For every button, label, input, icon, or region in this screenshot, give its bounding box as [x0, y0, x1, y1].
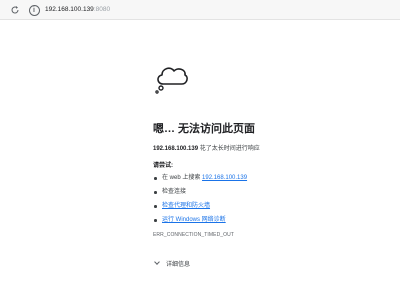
- suggestion-check-proxy: 检查代理和防火墙: [153, 199, 247, 213]
- suggestion-check-connection: 检查连接: [153, 185, 247, 199]
- suggestion-network-diagnostics: 运行 Windows 网络诊断: [153, 213, 247, 227]
- error-host: 192.168.100.139: [153, 146, 199, 152]
- info-icon[interactable]: i: [27, 3, 41, 17]
- cloud-thought-icon: [155, 67, 188, 94]
- refresh-icon[interactable]: [8, 3, 22, 17]
- suggestion-list: 在 web 上搜索 192.168.100.139 检查连接 检查代理和防火墙 …: [153, 171, 247, 227]
- details-label: 详细信息: [166, 262, 191, 268]
- address-host: 192.168.100.139: [45, 6, 94, 13]
- address-bar[interactable]: 192.168.100.139:8080: [45, 4, 110, 16]
- error-heading: 嗯… 无法访问此页面: [153, 123, 256, 135]
- search-web-link[interactable]: 192.168.100.139: [202, 175, 247, 181]
- address-port: :8080: [93, 6, 111, 13]
- try-label: 请尝试:: [153, 163, 173, 169]
- suggestion-search-web: 在 web 上搜索 192.168.100.139: [153, 171, 247, 185]
- chevron-down-icon: [154, 259, 160, 265]
- error-code: ERR_CONNECTION_TIMED_OUT: [153, 232, 235, 238]
- error-description: 192.168.100.139 花了太长时间进行响应: [153, 143, 260, 152]
- error-message: 花了太长时间进行响应: [198, 146, 260, 152]
- details-button[interactable]: 详细信息: [154, 259, 191, 271]
- network-diagnostics-link[interactable]: 运行 Windows 网络诊断: [162, 217, 226, 223]
- check-proxy-firewall-link[interactable]: 检查代理和防火墙: [162, 203, 210, 209]
- browser-toolbar: i 192.168.100.139:8080: [0, 0, 400, 20]
